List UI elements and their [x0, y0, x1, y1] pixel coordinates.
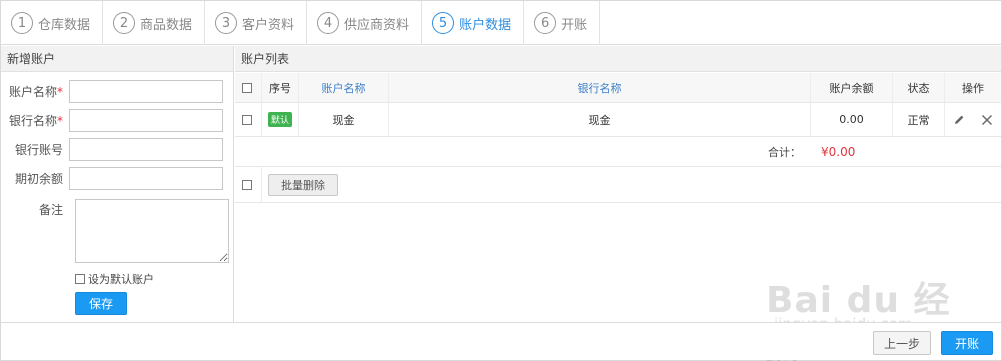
account-name-input[interactable]	[69, 80, 223, 103]
step-label: 开账	[561, 17, 588, 33]
field-label: 银行名称*	[8, 114, 63, 128]
col-seq: 序号	[262, 73, 299, 102]
step-customers[interactable]: 3 客户资料	[205, 1, 308, 45]
edit-icon[interactable]	[953, 114, 965, 126]
table-header: 序号 账户名称 银行名称 账户余额 状态 操作	[235, 73, 1001, 103]
checkbox-icon[interactable]	[75, 274, 85, 284]
col-bank-name[interactable]: 银行名称	[389, 73, 811, 102]
total-row: 合计： ¥0.00	[235, 137, 1001, 167]
step-number: 2	[113, 12, 136, 34]
step-label: 账户数据	[459, 17, 512, 33]
total-label: 合计：	[768, 145, 801, 159]
step-label: 商品数据	[140, 17, 193, 33]
step-products[interactable]: 2 商品数据	[103, 1, 206, 45]
open-books-button[interactable]: 开账	[941, 331, 993, 355]
actions-cell	[945, 103, 1001, 136]
new-account-panel: 新增账户 账户名称* 银行名称* 银行账号 期初余额 备注 设为默认账户 保存	[1, 46, 234, 322]
col-actions: 操作	[962, 81, 984, 95]
row-select-cell	[235, 103, 262, 136]
account-table: 序号 账户名称 银行名称 账户余额 状态 操作 默认 现金 现金 0.00 正常	[235, 73, 1001, 203]
note-label: 备注	[38, 203, 63, 217]
batch-row: 批量删除	[235, 167, 1001, 203]
bank-name-row: 银行名称*	[1, 109, 223, 132]
batch-delete-button[interactable]: 批量删除	[268, 173, 338, 196]
batch-checkbox[interactable]	[241, 179, 252, 190]
step-number: 3	[215, 12, 238, 34]
note-textarea[interactable]	[75, 199, 229, 263]
panel-title: 账户列表	[235, 46, 1001, 72]
set-default-checkbox[interactable]: 设为默认账户	[75, 271, 154, 287]
previous-step-button[interactable]: 上一步	[873, 331, 931, 355]
batch-actions: 批量删除	[262, 167, 338, 202]
col-status: 状态	[893, 73, 945, 102]
account-name-row: 账户名称*	[1, 80, 223, 103]
step-suppliers[interactable]: 4 供应商资料	[307, 1, 423, 45]
status-cell: 正常	[893, 103, 945, 136]
default-badge: 默认	[267, 112, 292, 127]
select-all-checkbox[interactable]	[241, 82, 252, 93]
setup-wizard-window: 1 仓库数据 2 商品数据 3 客户资料 4 供应商资料 5 账户数据 6 开账…	[0, 0, 1002, 361]
opening-balance-row: 期初余额	[1, 167, 223, 190]
field-label: 期初余额	[14, 172, 63, 186]
opening-balance-input[interactable]	[69, 167, 223, 190]
select-all-cell	[235, 73, 262, 102]
step-number: 1	[11, 12, 33, 34]
step-number: 4	[317, 12, 340, 34]
step-number: 5	[432, 12, 455, 34]
step-accounts[interactable]: 5 账户数据	[422, 1, 525, 45]
bank-account-row: 银行账号	[1, 138, 223, 161]
step-label: 客户资料	[242, 17, 295, 33]
bank-account-input[interactable]	[69, 138, 223, 161]
step-label: 仓库数据	[38, 17, 91, 33]
col-balance: 账户余额	[811, 73, 893, 102]
bank-name-input[interactable]	[69, 109, 223, 132]
bank-name-cell: 现金	[389, 103, 811, 136]
table-row: 默认 现金 现金 0.00 正常	[235, 103, 1001, 137]
step-label: 供应商资料	[344, 17, 410, 33]
footer-bar: 上一步 开账	[1, 322, 1001, 360]
account-name-cell: 现金	[299, 103, 389, 136]
panel-title: 新增账户	[1, 46, 233, 72]
required-mark: *	[57, 114, 63, 128]
step-bar: 1 仓库数据 2 商品数据 3 客户资料 4 供应商资料 5 账户数据 6 开账	[1, 1, 1001, 45]
delete-icon[interactable]	[981, 114, 993, 126]
step-warehouse[interactable]: 1 仓库数据	[1, 1, 104, 45]
seq-cell: 默认	[262, 103, 299, 136]
batch-select-cell	[235, 167, 262, 202]
step-open-books[interactable]: 6 开账	[524, 1, 601, 45]
field-label: 账户名称*	[8, 85, 63, 99]
checkbox-label: 设为默认账户	[88, 273, 154, 286]
save-button[interactable]: 保存	[75, 292, 127, 315]
col-account-name[interactable]: 账户名称	[299, 73, 389, 102]
balance-cell: 0.00	[811, 103, 893, 136]
total-value: ¥0.00	[821, 144, 856, 159]
step-number: 6	[534, 12, 557, 34]
account-list-panel: 账户列表 序号 账户名称 银行名称 账户余额 状态 操作 默认 现金 现金 0.…	[235, 46, 1001, 322]
row-checkbox[interactable]	[241, 114, 252, 125]
field-label: 银行账号	[14, 143, 63, 157]
required-mark: *	[57, 85, 63, 99]
